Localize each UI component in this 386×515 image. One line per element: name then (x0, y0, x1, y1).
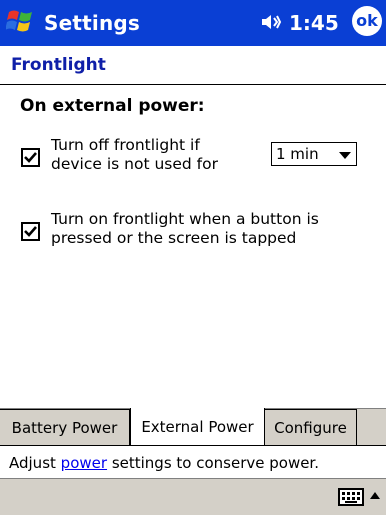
help-bar: Adjust power settings to conserve power. (0, 445, 386, 479)
option1-line2: device is not used for (51, 155, 218, 173)
option2-label: Turn on frontlight when a button is pres… (51, 210, 319, 248)
timeout-dropdown[interactable]: 1 min (271, 142, 357, 166)
clock[interactable]: 1:45 (289, 11, 339, 35)
checkmark-icon (24, 226, 37, 237)
chevron-down-icon (339, 152, 351, 159)
input-menu-arrow-icon[interactable] (370, 492, 380, 499)
page-title: Frontlight (11, 55, 106, 75)
volume-icon[interactable] (260, 12, 282, 32)
tab-battery-power[interactable]: Battery Power (0, 409, 130, 445)
help-text: Adjust power settings to conserve power. (9, 454, 319, 472)
turn-on-frontlight-checkbox[interactable] (21, 222, 40, 241)
tab-external-power[interactable]: External Power (130, 408, 265, 446)
help-prefix: Adjust (9, 454, 61, 472)
menu-bar (0, 478, 386, 515)
ok-button[interactable]: ok (352, 6, 382, 36)
title-bar: Settings 1:45 ok (0, 0, 386, 46)
section-heading: On external power: (20, 96, 205, 116)
option1-label: Turn off frontlight if device is not use… (51, 136, 218, 174)
option2-line1: Turn on frontlight when a button is (51, 210, 319, 228)
turn-off-frontlight-checkbox[interactable] (21, 148, 40, 167)
header-divider (0, 84, 386, 85)
option1-line1: Turn off frontlight if (51, 136, 200, 154)
keyboard-icon[interactable] (338, 488, 364, 506)
tab-configure[interactable]: Configure (265, 409, 357, 445)
page-header: Frontlight (0, 46, 386, 85)
checkmark-icon (24, 152, 37, 163)
tab-strip: Battery Power External Power Configure (0, 408, 386, 446)
app-title: Settings (44, 11, 141, 35)
windows-start-icon[interactable] (6, 6, 36, 36)
power-link[interactable]: power (61, 454, 107, 472)
timeout-value: 1 min (276, 145, 319, 163)
help-suffix: settings to conserve power. (107, 454, 319, 472)
option2-line2: pressed or the screen is tapped (51, 229, 297, 247)
